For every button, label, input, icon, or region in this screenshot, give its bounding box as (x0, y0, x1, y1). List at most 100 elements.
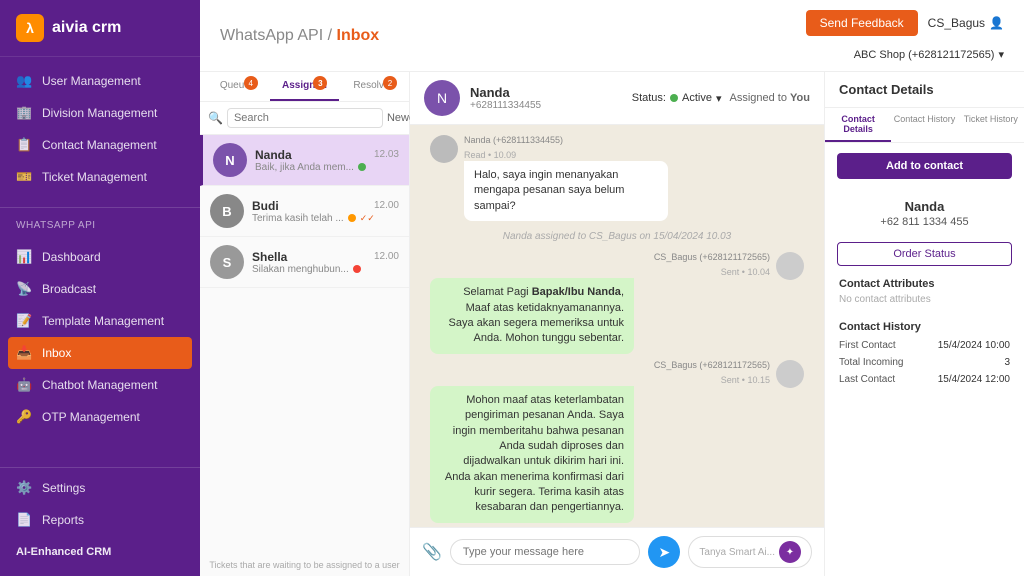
chat-time: 12.03 (374, 149, 399, 160)
send-button[interactable]: ➤ (648, 536, 680, 568)
chat-item-budi[interactable]: B Budi 12.00 Terima kasih telah ... ✓✓ (200, 186, 409, 237)
history-label: First Contact (839, 340, 896, 351)
msg-meta: Read • 10.09 (464, 150, 516, 160)
sidebar-footer-text: AI-Enhanced CRM (0, 536, 200, 568)
queue-bottom-label: Tickets that are waiting to be assigned … (200, 554, 409, 576)
history-row-total: Total Incoming 3 (839, 354, 1010, 371)
sidebar: λ aivia crm 👥 User Management 🏢 Division… (0, 0, 200, 576)
sidebar-item-inbox[interactable]: 📥 Inbox (8, 337, 192, 369)
resolved-badge: 2 (383, 76, 397, 90)
main-content: WhatsApp API / Inbox Send Feedback CS_Ba… (200, 0, 1024, 576)
contact-phone: +62 811 1334 455 (839, 216, 1010, 228)
msg-text: Mohon maaf atas keterlambatan pengiriman… (445, 394, 624, 514)
msg-avatar (430, 135, 458, 163)
send-feedback-button[interactable]: Send Feedback (806, 10, 918, 36)
chat-name: Shella (252, 250, 287, 264)
add-contact-button[interactable]: Add to contact (837, 153, 1012, 179)
sidebar-whatsapp-section: 📊 Dashboard 📡 Broadcast 📝 Template Manag… (0, 233, 200, 441)
chat-name: Budi (252, 199, 279, 213)
tab-ticket-history[interactable]: Ticket History (958, 108, 1024, 142)
shop-name: ABC Shop (+628121172565) (854, 49, 995, 61)
shop-selector[interactable]: ABC Shop (+628121172565) ▾ (854, 48, 1004, 61)
ai-input-area[interactable]: Tanya Smart Ai... ✦ (688, 536, 812, 568)
logo-text: aivia crm (52, 19, 121, 37)
msg-text: Halo, saya ingin menanyakan mengapa pesa… (474, 169, 624, 212)
messages-area: Nanda (+628111334455) Read • 10.09 Halo,… (410, 125, 824, 527)
sidebar-item-broadcast[interactable]: 📡 Broadcast (0, 273, 200, 305)
chat-item-shella[interactable]: S Shella 12.00 Silakan menghubun... (200, 237, 409, 288)
msg-avatar-agent (776, 252, 804, 280)
status-value: Active (682, 92, 712, 104)
msg-bubble: Selamat Pagi Bapak/Ibu Nanda, Maaf atas … (430, 278, 634, 354)
user-icon: 👤 (989, 16, 1004, 30)
chat-preview: Terima kasih telah ... (252, 213, 344, 224)
msg-sender: CS_Bagus (+628121172565) (430, 252, 770, 262)
contact-info: Nanda +62 811 1334 455 (825, 189, 1024, 238)
sidebar-item-contact-management[interactable]: 📋 Contact Management (0, 129, 200, 161)
tab-assigned[interactable]: 3 Assigned (270, 72, 340, 101)
sidebar-item-template-management[interactable]: 📝 Template Management (0, 305, 200, 337)
message-input[interactable] (450, 539, 640, 565)
contact-name: Nanda (839, 199, 1010, 214)
chat-item-nanda[interactable]: N Nanda 12.03 Baik, jika Anda mem... (200, 135, 409, 186)
sidebar-item-ticket-management[interactable]: 🎫 Ticket Management (0, 161, 200, 193)
division-icon: 🏢 (16, 105, 32, 121)
chat-contact-name: Nanda (470, 85, 622, 100)
dashboard-icon: 📊 (16, 249, 32, 265)
search-bar: 🔍 Newest ⇅ (200, 102, 409, 135)
status-dot-green (358, 163, 366, 171)
sidebar-item-user-management[interactable]: 👥 User Management (0, 65, 200, 97)
sidebar-logo: λ aivia crm (0, 0, 200, 57)
contact-tabs: Contact Details Contact History Ticket H… (825, 108, 1024, 143)
username-label: CS_Bagus (928, 16, 985, 30)
avatar-nanda: N (213, 143, 247, 177)
bold-name: Bapak/Ibu Nanda (532, 286, 621, 298)
tab-contact-details[interactable]: Contact Details (825, 108, 891, 142)
msg-sender: CS_Bagus (+628121172565) (430, 360, 770, 370)
sidebar-item-settings[interactable]: ⚙️ Settings (0, 472, 200, 504)
avatar-shella: S (210, 245, 244, 279)
sidebar-item-label: Inbox (42, 346, 71, 360)
ai-placeholder: Tanya Smart Ai... (699, 547, 775, 558)
message-bubble-outgoing: CS_Bagus (+628121172565) Sent • 10.04 Se… (430, 252, 770, 354)
tab-resolved[interactable]: 2 Resolved (339, 72, 409, 101)
queue-badge: 4 (244, 76, 258, 90)
double-check-icon: ✓✓ (360, 213, 375, 224)
sidebar-item-label: Template Management (42, 314, 164, 328)
sidebar-item-dashboard[interactable]: 📊 Dashboard (0, 241, 200, 273)
chat-contact-phone: +628111334455 (470, 100, 622, 111)
sidebar-item-label: User Management (42, 74, 141, 88)
message-row-outgoing: CS_Bagus (+628121172565) Sent • 10.04 Se… (430, 252, 804, 354)
tab-contact-history[interactable]: Contact History (891, 108, 957, 142)
sidebar-item-reports[interactable]: 📄 Reports (0, 504, 200, 536)
chat-time: 12.00 (374, 251, 399, 262)
assigned-value: You (790, 92, 810, 104)
search-input[interactable] (227, 108, 383, 128)
queue-tabs: 4 Queue 3 Assigned 2 Resolved (200, 72, 409, 102)
message-row-outgoing-2: CS_Bagus (+628121172565) Sent • 10.15 Mo… (430, 360, 804, 523)
whatsapp-section-label: WhatsApp API (0, 214, 200, 233)
sidebar-item-label: Reports (42, 513, 84, 527)
chat-name-row-budi: Budi 12.00 (252, 199, 399, 213)
sidebar-item-otp-management[interactable]: 🔑 OTP Management (0, 401, 200, 433)
send-icon: ➤ (659, 544, 671, 561)
history-label: Total Incoming (839, 357, 903, 368)
users-icon: 👥 (16, 73, 32, 89)
chat-header: N Nanda +628111334455 Status: Active ▾ (410, 72, 824, 125)
sidebar-item-division-management[interactable]: 🏢 Division Management (0, 97, 200, 129)
message-row: Nanda (+628111334455) Read • 10.09 Halo,… (430, 135, 804, 221)
msg-meta: Sent • 10.15 (721, 375, 770, 385)
tab-queue[interactable]: 4 Queue (200, 72, 270, 101)
status-label: Status: (632, 92, 666, 104)
user-badge: CS_Bagus 👤 (928, 16, 1004, 30)
logo-icon: λ (16, 14, 44, 42)
order-status-button[interactable]: Order Status (837, 242, 1012, 266)
settings-icon: ⚙️ (16, 480, 32, 496)
header-top-row: Send Feedback CS_Bagus 👤 (806, 10, 1004, 36)
sidebar-item-label: Settings (42, 481, 85, 495)
chat-name: Nanda (255, 148, 292, 162)
msg-bubble: Mohon maaf atas keterlambatan pengiriman… (430, 386, 634, 523)
message-bubble-outgoing-2: CS_Bagus (+628121172565) Sent • 10.15 Mo… (430, 360, 770, 523)
attach-icon[interactable]: 📎 (422, 542, 442, 562)
sidebar-item-chatbot-management[interactable]: 🤖 Chatbot Management (0, 369, 200, 401)
